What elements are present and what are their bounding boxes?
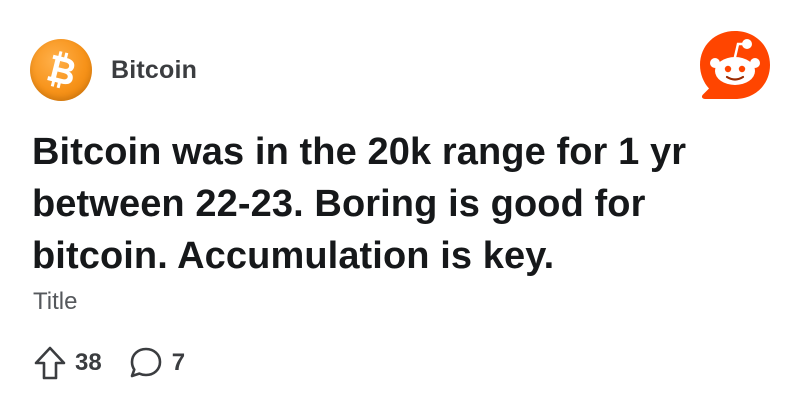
subreddit-name[interactable]: Bitcoin [111, 56, 197, 85]
upvote-count: 38 [75, 349, 102, 376]
comment-count: 7 [171, 349, 186, 376]
post-header: Bitcoin [30, 39, 197, 101]
post-title[interactable]: Bitcoin was in the 20k range for 1 yr be… [32, 126, 772, 282]
comment-bubble-icon [130, 347, 162, 378]
reddit-snoo-icon [697, 27, 773, 105]
bitcoin-logo-icon[interactable] [30, 39, 92, 101]
upvote-arrow-icon[interactable] [33, 345, 67, 381]
comments-button[interactable]: 7 [128, 345, 185, 381]
post-flair: Title [33, 288, 78, 315]
upvote-button[interactable]: 38 [33, 345, 102, 381]
post-card[interactable]: Bitcoin Bitcoin was in the 20k range for… [0, 0, 800, 417]
post-actions: 38 7 [33, 343, 185, 383]
